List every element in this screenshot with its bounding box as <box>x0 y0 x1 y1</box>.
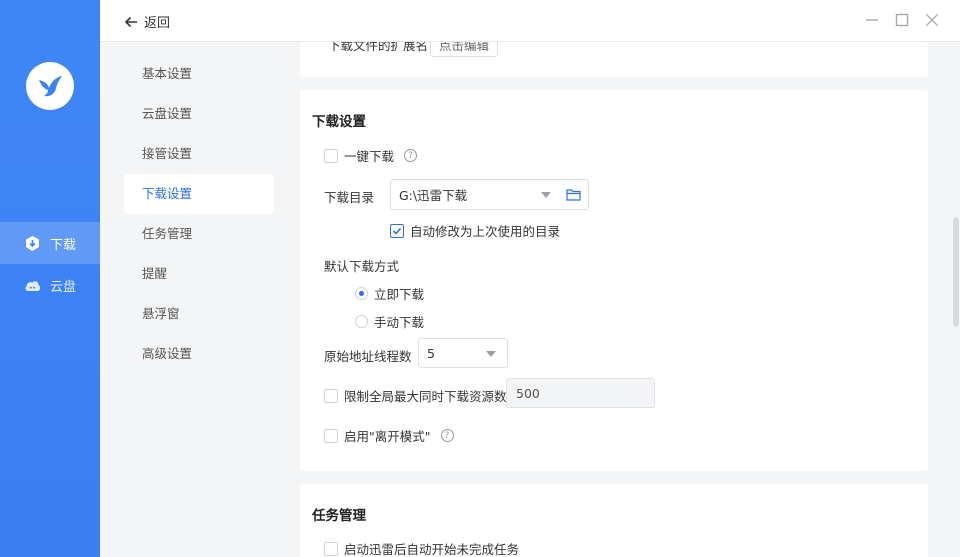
chevron-down-icon <box>541 192 551 198</box>
mode-manual-label: 手动下载 <box>374 315 425 330</box>
nav-item-takeover[interactable]: 接管设置 <box>124 134 274 174</box>
auto-modify-checkbox[interactable] <box>390 223 404 238</box>
threads-value: 5 <box>427 345 435 361</box>
close-button[interactable] <box>924 12 940 28</box>
limit-checkbox[interactable] <box>324 388 338 403</box>
download-dir-value: G:\迅雷下载 <box>399 188 468 203</box>
mode-immediate-radio[interactable] <box>355 287 368 300</box>
mode-manual-radio[interactable] <box>355 315 368 328</box>
auto-start-label: 启动迅雷后自动开始未完成任务 <box>344 542 520 557</box>
nav-item-reminder[interactable]: 提醒 <box>124 254 274 294</box>
nav-item-download[interactable]: 下载设置 <box>124 174 274 214</box>
threads-row: 原始地址线程数 <box>324 346 412 365</box>
threads-select[interactable]: 5 <box>418 338 508 368</box>
mode-immediate-label: 立即下载 <box>374 287 425 302</box>
section-title: 任务管理 <box>312 508 366 524</box>
download-icon <box>24 235 41 252</box>
one-click-row: 一键下载 ? <box>324 146 418 165</box>
extension-row: 下载文件的扩展名 点击编辑 <box>328 42 499 57</box>
rail-item-download[interactable]: 下载 <box>0 222 100 264</box>
help-icon[interactable]: ? <box>404 149 418 162</box>
limit-row: 限制全局最大同时下载资源数 <box>324 386 507 405</box>
arrow-left-icon <box>124 16 137 27</box>
task-management-card: 任务管理 启动迅雷后自动开始未完成任务 <box>300 484 928 557</box>
nav-item-cloud[interactable]: 云盘设置 <box>124 94 274 134</box>
auto-start-checkbox[interactable] <box>324 541 338 556</box>
thunder-logo <box>26 62 74 110</box>
nav-item-tasks[interactable]: 任务管理 <box>124 214 274 254</box>
close-icon <box>926 14 938 26</box>
minimize-button[interactable] <box>864 12 880 28</box>
check-icon <box>392 227 402 235</box>
top-bar: 返回 <box>100 0 960 42</box>
section-title: 下载设置 <box>312 114 366 130</box>
auto-start-row: 启动迅雷后自动开始未完成任务 <box>324 539 519 557</box>
edit-extension-button[interactable]: 点击编辑 <box>430 42 499 57</box>
back-label: 返回 <box>144 16 171 31</box>
limit-value: 500 <box>516 385 540 401</box>
dir-label-row: 下载目录 <box>324 187 374 206</box>
download-dir-label: 下载目录 <box>324 190 375 205</box>
default-mode-heading: 默认下载方式 <box>324 256 399 275</box>
mode-manual-row: 手动下载 <box>355 312 424 331</box>
folder-icon[interactable] <box>566 188 581 204</box>
away-mode-row: 启用"离开模式" ? <box>324 426 454 445</box>
extension-label: 下载文件的扩展名 <box>328 42 429 53</box>
scrollbar-thumb[interactable] <box>953 217 959 327</box>
away-mode-checkbox[interactable] <box>324 428 338 443</box>
chevron-down-icon <box>486 351 496 357</box>
auto-modify-label: 自动修改为上次使用的目录 <box>410 224 561 239</box>
away-mode-label: 启用"离开模式" <box>344 429 431 444</box>
nav-item-floating-window[interactable]: 悬浮窗 <box>124 294 274 334</box>
limit-input[interactable]: 500 <box>506 378 655 408</box>
rail-item-label: 云盘 <box>50 279 77 295</box>
left-rail: 下载 云盘 <box>0 0 100 557</box>
nav-item-basic[interactable]: 基本设置 <box>124 54 274 94</box>
one-click-label: 一键下载 <box>344 149 395 164</box>
auto-modify-row: 自动修改为上次使用的目录 <box>390 221 560 240</box>
previous-settings-card: 下载文件的扩展名 点击编辑 <box>300 42 928 77</box>
mode-immediate-row: 立即下载 <box>355 284 424 303</box>
rail-item-cloud[interactable]: 云盘 <box>0 264 100 306</box>
rail-item-label: 下载 <box>50 237 77 253</box>
help-icon[interactable]: ? <box>440 429 454 442</box>
maximize-button[interactable] <box>894 12 910 28</box>
download-dir-select[interactable]: G:\迅雷下载 <box>390 179 589 210</box>
scrollbar[interactable] <box>952 42 960 557</box>
one-click-checkbox[interactable] <box>324 148 338 163</box>
threads-label: 原始地址线程数 <box>324 349 412 364</box>
limit-label: 限制全局最大同时下载资源数 <box>344 389 507 404</box>
download-settings-card: 下载设置 一键下载 ? 下载目录 G:\迅雷下载 自动修改为上次使用的目录 默认… <box>300 90 928 471</box>
default-mode-label: 默认下载方式 <box>324 259 400 274</box>
back-button[interactable]: 返回 <box>124 12 170 31</box>
cloud-icon <box>24 277 41 294</box>
maximize-icon <box>895 13 909 27</box>
nav-item-advanced[interactable]: 高级设置 <box>124 334 274 374</box>
settings-nav: 基本设置 云盘设置 接管设置 下载设置 任务管理 提醒 悬浮窗 高级设置 <box>100 42 300 557</box>
minimize-icon <box>866 19 878 21</box>
